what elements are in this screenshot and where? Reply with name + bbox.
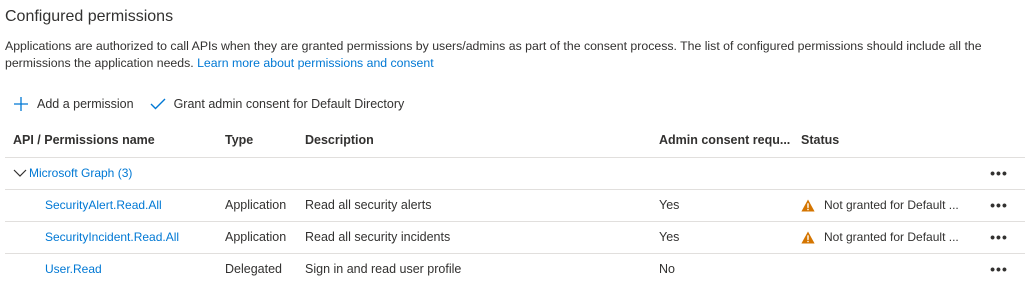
permission-description: Read all security alerts <box>297 188 651 221</box>
chevron-down-icon <box>13 169 27 177</box>
section-title: Configured permissions <box>5 8 174 25</box>
table-row: User.Read Delegated Sign in and read use… <box>5 252 1025 285</box>
table-row: SecurityAlert.Read.All Application Read … <box>5 188 1025 221</box>
checkmark-icon <box>149 95 167 113</box>
section-description: Applications are authorized to call APIs… <box>5 38 1015 72</box>
column-header-type[interactable]: Type <box>217 123 297 157</box>
column-header-api[interactable]: API / Permissions name <box>5 123 217 157</box>
group-toggle[interactable]: Microsoft Graph (3) <box>13 166 973 180</box>
warning-icon <box>801 231 815 243</box>
table-header-row: API / Permissions name Type Description … <box>5 123 1025 157</box>
permission-name-link[interactable]: SecurityAlert.Read.All <box>5 188 217 221</box>
configured-permissions-section: Configured permissions Applications are … <box>0 0 1031 285</box>
description-text: Applications are authorized to call APIs… <box>5 39 982 70</box>
permission-type: Application <box>217 188 297 221</box>
column-header-status[interactable]: Status <box>793 123 973 157</box>
learn-more-link[interactable]: Learn more about permissions and consent <box>197 56 434 70</box>
plus-icon <box>12 95 30 113</box>
group-cell: Microsoft Graph (3) <box>5 156 973 189</box>
group-label: Microsoft Graph (3) <box>29 166 133 180</box>
admin-consent-value: Yes <box>651 220 793 253</box>
status-text: Not granted for Default ... <box>824 230 959 244</box>
permissions-table: API / Permissions name Type Description … <box>5 123 1025 285</box>
permission-name-link[interactable]: User.Read <box>5 252 217 285</box>
admin-consent-value: No <box>651 252 793 285</box>
permission-description: Read all security incidents <box>297 220 651 253</box>
more-icon[interactable]: ••• <box>973 252 1025 285</box>
permission-type: Delegated <box>217 252 297 285</box>
add-permission-button[interactable]: Add a permission <box>12 95 134 113</box>
more-icon[interactable]: ••• <box>973 156 1025 189</box>
toolbar: Add a permission Grant admin consent for… <box>5 91 1031 117</box>
column-header-actions <box>973 123 1025 157</box>
grant-admin-consent-label: Grant admin consent for Default Director… <box>173 97 405 111</box>
add-permission-label: Add a permission <box>37 97 134 111</box>
admin-consent-value: Yes <box>651 188 793 221</box>
permission-description: Sign in and read user profile <box>297 252 651 285</box>
group-row-microsoft-graph: Microsoft Graph (3) ••• <box>5 156 1025 189</box>
permission-type: Application <box>217 220 297 253</box>
table-row: SecurityIncident.Read.All Application Re… <box>5 220 1025 253</box>
status-cell: Not granted for Default ... <box>793 188 973 221</box>
column-header-admin-consent[interactable]: Admin consent requ... <box>651 123 793 157</box>
column-header-description[interactable]: Description <box>297 123 651 157</box>
status-text: Not granted for Default ... <box>824 198 959 212</box>
status-cell: Not granted for Default ... <box>793 220 973 253</box>
grant-admin-consent-button[interactable]: Grant admin consent for Default Director… <box>149 95 405 113</box>
permission-name-link[interactable]: SecurityIncident.Read.All <box>5 220 217 253</box>
warning-icon <box>801 199 815 211</box>
more-icon[interactable]: ••• <box>973 220 1025 253</box>
more-icon[interactable]: ••• <box>973 188 1025 221</box>
status-cell <box>793 252 973 285</box>
